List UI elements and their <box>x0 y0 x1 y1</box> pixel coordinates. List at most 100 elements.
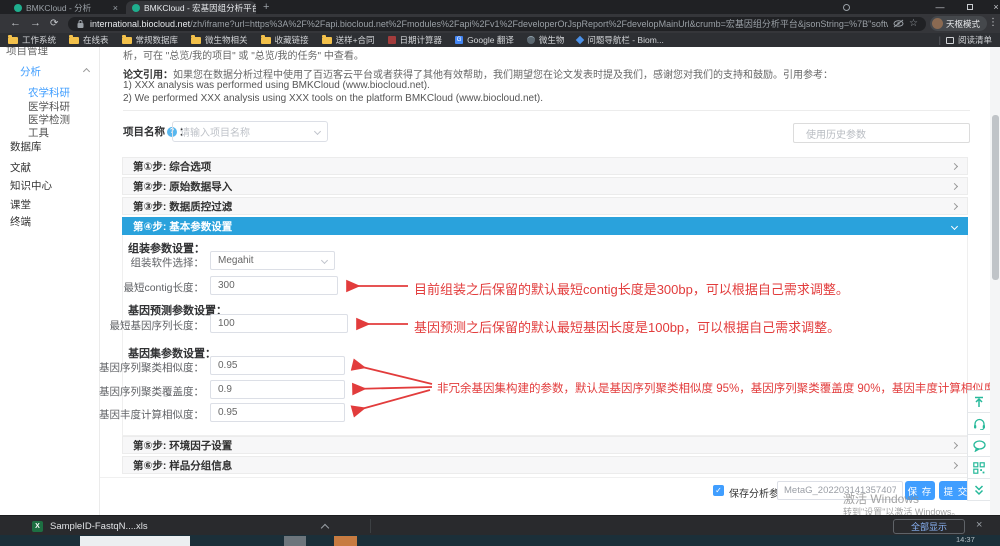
tab-close-icon[interactable]: × <box>113 3 118 13</box>
qr-code-button[interactable] <box>967 456 991 479</box>
save-params-checkbox[interactable]: ✓ <box>713 485 724 496</box>
address-bar[interactable]: international.biocloud.net/zh/iframe?url… <box>68 17 926 31</box>
page-content: 项目管理 分析 农学科研 医学科研 医学检测 工具 数据库 文献 知识中心 课堂… <box>0 47 1000 515</box>
bookmark-item[interactable]: 问题导航栏 - Biom... <box>577 34 664 46</box>
close-download-bar-icon[interactable]: × <box>976 519 982 531</box>
download-bar: X SampleID-FastqN....xls 全部显示 × <box>0 515 1000 535</box>
bookmark-item[interactable]: 微生物相关 <box>191 34 248 46</box>
sidebar-item-database[interactable]: 数据库 <box>10 139 42 154</box>
sidebar-item-agri-research[interactable]: 农学科研 <box>28 85 70 100</box>
bookmark-item[interactable]: 日期计算器 <box>388 34 443 46</box>
back-to-top-button[interactable] <box>967 390 991 413</box>
bookmark-label: 微生物 <box>539 34 565 46</box>
chat-bubble-icon <box>973 440 986 452</box>
chevron-right-icon <box>951 182 958 189</box>
sidebar-item-analysis[interactable]: 分析 <box>20 64 41 79</box>
browser-tab[interactable]: BMKCloud - 分析 × <box>8 1 124 14</box>
divider <box>123 110 970 111</box>
folder-icon <box>191 37 201 44</box>
bookmark-item[interactable]: 在线表 <box>69 34 109 46</box>
project-name-placeholder: 请输入项目名称 <box>180 124 315 139</box>
double-chevron-down-icon <box>973 484 985 496</box>
window-minimize-button[interactable]: — <box>928 0 952 14</box>
sidebar-item-project-mgmt[interactable]: 项目管理 <box>6 47 48 58</box>
bookmark-item[interactable]: 送样+合同 <box>322 34 375 46</box>
step-6-sample-groups[interactable]: 第⑥步: 样品分组信息 <box>122 456 968 474</box>
sidebar-item-literature[interactable]: 文献 <box>10 160 31 175</box>
step-label: 第③步: 数据质控过滤 <box>133 199 232 214</box>
taskbar-app-white[interactable] <box>80 536 190 546</box>
abundance-similarity-label: 基因丰度计算相似度： <box>78 407 204 422</box>
abundance-similarity-input[interactable] <box>210 403 345 422</box>
browser-tab-active[interactable]: BMKCloud - 宏基因组分析平台 × <box>126 1 256 14</box>
reload-icon[interactable]: ⟳ <box>50 18 58 29</box>
avatar <box>932 18 943 29</box>
bookmark-item[interactable]: 工作系统 <box>8 34 56 46</box>
collapse-widget-button[interactable] <box>967 478 991 501</box>
use-history-params-button[interactable]: 使用历史参数 <box>793 123 970 143</box>
scrollbar-thumb[interactable] <box>992 115 999 280</box>
step-4-basic-params[interactable]: 第④步: 基本参数设置 <box>122 217 968 235</box>
headset-icon <box>973 418 986 430</box>
sidebar-item-terminal[interactable]: 终端 <box>10 214 31 229</box>
qr-code-icon <box>973 462 985 474</box>
back-icon[interactable]: ← <box>10 17 21 29</box>
chevron-up-icon[interactable] <box>321 524 329 532</box>
chevron-up-icon <box>83 68 90 75</box>
floating-widget <box>967 391 991 501</box>
assembly-params-heading: 组装参数设置： <box>128 240 205 256</box>
citation-intro: 论文引用：如果您在数据分析过程中使用了百迈客云平台或者获得了其他有效帮助，我们期… <box>123 66 833 81</box>
lock-icon <box>76 19 85 29</box>
tab-title: BMKCloud - 宏基因组分析平台 <box>144 2 256 14</box>
new-tab-button[interactable]: + <box>263 1 269 13</box>
customer-service-button[interactable] <box>967 412 991 435</box>
cluster-similarity-input[interactable] <box>210 356 345 375</box>
reading-list-button[interactable]: 阅读清单 <box>946 34 992 46</box>
cluster-coverage-input[interactable] <box>210 380 345 399</box>
step-5-env-factors[interactable]: 第⑤步: 环境因子设置 <box>122 436 968 454</box>
bookmark-label: 常规数据库 <box>136 34 179 46</box>
gene-set-params-heading: 基因集参数设置： <box>128 345 216 361</box>
menu-kebab-icon[interactable]: ⋮ <box>988 17 998 28</box>
show-all-downloads-button[interactable]: 全部显示 <box>893 519 965 534</box>
min-gene-length-label: 最短基因序列长度： <box>78 318 204 333</box>
download-filename[interactable]: SampleID-FastqN....xls <box>50 521 148 532</box>
page-scrollbar[interactable] <box>990 47 1000 515</box>
reading-list-label: 阅读清单 <box>958 34 992 46</box>
step-2-raw-data-import[interactable]: 第②步: 原始数据导入 <box>122 177 968 195</box>
folder-icon <box>122 37 132 44</box>
taskbar-app-orange[interactable] <box>334 536 357 546</box>
bookmark-item[interactable]: 收藏链接 <box>261 34 309 46</box>
sidebar-item-classroom[interactable]: 课堂 <box>10 197 31 212</box>
eye-off-icon[interactable] <box>893 19 904 28</box>
step-label: 第①步: 综合选项 <box>133 159 211 174</box>
bookmark-label: 工作系统 <box>22 34 56 46</box>
assembly-software-label: 组装软件选择： <box>78 255 204 270</box>
min-contig-input[interactable] <box>210 276 338 295</box>
taskbar-app-gray[interactable] <box>284 536 306 546</box>
folder-icon <box>322 37 332 44</box>
step-1-general-options[interactable]: 第①步: 综合选项 <box>122 157 968 175</box>
profile-button[interactable]: 天枢模式 <box>930 16 987 31</box>
window-close-button[interactable]: × <box>984 0 1000 14</box>
bookmark-item[interactable]: 常规数据库 <box>122 34 179 46</box>
project-name-select[interactable]: 请输入项目名称 <box>172 121 328 142</box>
sidebar-item-tools[interactable]: 工具 <box>28 125 49 140</box>
tab-search-icon[interactable] <box>843 4 850 11</box>
bookmark-star-icon[interactable]: ☆ <box>909 18 918 29</box>
folder-icon <box>261 37 271 44</box>
min-gene-length-input[interactable] <box>210 314 348 333</box>
feedback-button[interactable] <box>967 434 991 457</box>
bookmark-item[interactable]: G Google 翻译 <box>455 34 514 46</box>
bookmark-label: Google 翻译 <box>467 34 514 46</box>
chevron-down-icon <box>321 257 328 264</box>
sidebar-item-knowledge[interactable]: 知识中心 <box>10 178 52 193</box>
window-maximize-button[interactable] <box>958 0 982 14</box>
assembly-software-select[interactable]: Megahit <box>210 251 335 270</box>
step-3-qc-filter[interactable]: 第③步: 数据质控过滤 <box>122 197 968 215</box>
forward-icon[interactable]: → <box>30 17 41 29</box>
browser-toolbar: ← → ⟳ international.biocloud.net/zh/ifra… <box>0 14 1000 33</box>
bookmark-item[interactable]: 微生物 <box>527 34 565 46</box>
min-contig-label: 最短contig长度： <box>78 280 204 295</box>
google-translate-icon: G <box>455 36 463 44</box>
